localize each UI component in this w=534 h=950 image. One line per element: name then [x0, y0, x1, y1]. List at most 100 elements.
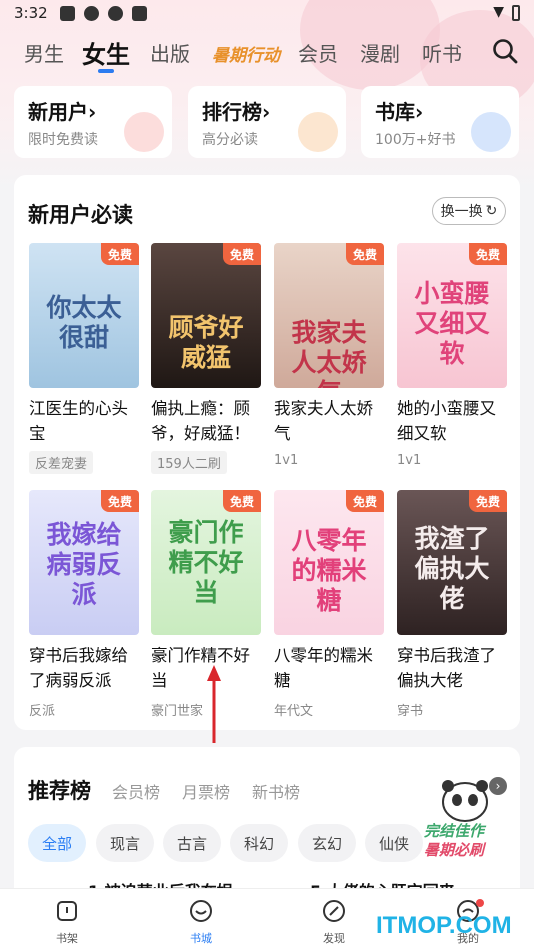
- book-cover: 我嫁给病弱反派 免费: [29, 490, 139, 635]
- free-badge: 免费: [469, 243, 507, 265]
- cover-title: 八零年的糯米糖: [291, 526, 367, 615]
- book-tag: 反差宠妻: [29, 451, 94, 474]
- red-arrow-annotation: [207, 665, 221, 743]
- book-cover: 我渣了偏执大佬 免费: [397, 490, 507, 635]
- tab-vip[interactable]: 会员: [298, 38, 338, 67]
- chip-ancient-romance[interactable]: 古言: [163, 824, 222, 862]
- tab-publish[interactable]: 出版: [150, 38, 190, 67]
- active-tab-indicator: [98, 69, 114, 73]
- chip-all[interactable]: 全部: [28, 824, 87, 862]
- refresh-button[interactable]: 换一换 ↻: [432, 197, 506, 225]
- book-tag: 159人二刷: [151, 451, 227, 474]
- notification-icon: [108, 6, 123, 21]
- chip-scifi[interactable]: 科幻: [230, 824, 289, 862]
- summer-promo-badge[interactable]: › 完结佳作 暑期必刷: [420, 772, 510, 862]
- cover-title: 我嫁给病弱反派: [46, 520, 122, 609]
- recommend-title: 推荐榜: [28, 779, 91, 803]
- cover-title: 豪门作精不好当: [168, 518, 244, 607]
- chip-fantasy[interactable]: 玄幻: [298, 824, 357, 862]
- battery-icon: [512, 5, 520, 21]
- quick-card-library[interactable]: 书库› 100万+好书: [361, 86, 519, 158]
- book-cover: 小蛮腰又细又软 免费: [397, 243, 507, 388]
- cover-title: 小蛮腰又细又软: [414, 279, 490, 368]
- free-badge: 免费: [469, 490, 507, 512]
- nav-bookshelf[interactable]: 书架: [27, 889, 107, 950]
- cover-title: 你太太很甜: [46, 293, 122, 352]
- trophy-icon: [298, 112, 338, 152]
- notification-dot: [476, 899, 484, 907]
- site-watermark: ITMOP.COM: [376, 912, 512, 939]
- new-user-must-read-panel: 新用户必读 换一换 ↻ 你太太很甜 免费 江医生的心头宝 反差宠妻 顾爷好威猛 …: [14, 175, 520, 743]
- book-title: 她的小蛮腰又细又软: [397, 399, 496, 443]
- book-title: 穿书后我渣了偏执大佬: [397, 646, 496, 690]
- top-tabs: 男生 女生 出版 暑期行动 会员 漫剧 听书: [0, 35, 534, 73]
- free-badge: 免费: [346, 243, 384, 265]
- svg-text:›: ›: [496, 779, 501, 793]
- nav-label: 书城: [190, 932, 212, 945]
- notification-icon: [60, 6, 75, 21]
- book-card[interactable]: 我渣了偏执大佬 免费 穿书后我渣了偏执大佬 穿书: [397, 490, 507, 721]
- free-badge: 免费: [223, 490, 261, 512]
- quick-card-new-user[interactable]: 新用户› 限时免费读: [14, 86, 172, 158]
- compass-icon: [323, 900, 345, 922]
- book-cover: 八零年的糯米糖 免费: [274, 490, 384, 635]
- book-card[interactable]: 你太太很甜 免费 江医生的心头宝 反差宠妻: [29, 243, 139, 474]
- cover-title: 我渣了偏执大佬: [414, 524, 490, 613]
- nav-label: 书架: [56, 932, 78, 945]
- chip-xianxia[interactable]: 仙侠: [365, 824, 424, 862]
- rank-tab-new[interactable]: 新书榜: [252, 779, 300, 803]
- wifi-icon: ▼: [493, 4, 504, 20]
- chevron-right-icon: ›: [415, 100, 424, 124]
- book-cover: 豪门作精不好当 免费: [151, 490, 261, 635]
- book-title: 江医生的心头宝: [29, 399, 128, 443]
- promo-line-2: 暑期必刷: [424, 841, 485, 859]
- rank-tab-vip[interactable]: 会员榜: [112, 779, 160, 803]
- tab-summer-event[interactable]: 暑期行动: [212, 41, 280, 66]
- quick-card-title: 排行榜: [202, 100, 262, 124]
- book-cover: 我家夫人太娇气 免费: [274, 243, 384, 388]
- quick-card-title: 新用户: [28, 100, 88, 124]
- bookstore-icon: [190, 900, 212, 922]
- free-badge: 免费: [101, 243, 139, 265]
- tab-male[interactable]: 男生: [24, 38, 64, 67]
- tab-audiobook[interactable]: 听书: [422, 38, 462, 67]
- section-title: 新用户必读: [28, 203, 133, 227]
- alarm-clock-icon: [124, 112, 164, 152]
- chevron-right-icon: ›: [88, 100, 97, 124]
- free-badge: 免费: [223, 243, 261, 265]
- search-icon[interactable]: [492, 38, 518, 64]
- promo-line-1: 完结佳作: [424, 822, 485, 840]
- book-tag: 1v1: [397, 453, 422, 468]
- book-card[interactable]: 我家夫人太娇气 免费 我家夫人太娇气 1v1: [274, 243, 384, 470]
- notification-icon: [84, 6, 99, 21]
- status-time: 3:32: [14, 4, 48, 22]
- tab-short-drama[interactable]: 漫剧: [360, 38, 400, 67]
- book-card[interactable]: 顾爷好威猛 免费 偏执上瘾：顾爷，好威猛！ 159人二刷: [151, 243, 261, 474]
- book-cover: 顾爷好威猛 免费: [151, 243, 261, 388]
- cover-title: 顾爷好威猛: [168, 313, 244, 372]
- chip-modern-romance[interactable]: 现言: [96, 824, 155, 862]
- notification-icon: [132, 6, 147, 21]
- free-badge: 免费: [346, 490, 384, 512]
- nav-label: 发现: [323, 932, 345, 945]
- book-card[interactable]: 八零年的糯米糖 免费 八零年的糯米糖 年代文: [274, 490, 384, 721]
- book-card[interactable]: 小蛮腰又细又软 免费 她的小蛮腰又细又软 1v1: [397, 243, 507, 470]
- nav-discover[interactable]: 发现: [294, 889, 374, 950]
- library-icon: [471, 112, 511, 152]
- nav-bookstore[interactable]: 书城: [161, 889, 241, 950]
- book-title: 穿书后我嫁给了病弱反派: [29, 646, 128, 690]
- book-tag: 豪门世家: [151, 704, 204, 719]
- book-tag: 穿书: [397, 704, 424, 719]
- tab-female[interactable]: 女生: [82, 35, 130, 70]
- status-bar: 3:32 ▼: [0, 0, 534, 28]
- cover-title: 我家夫人太娇气: [291, 318, 367, 388]
- book-card[interactable]: 我嫁给病弱反派 免费 穿书后我嫁给了病弱反派 反派: [29, 490, 139, 721]
- book-title: 我家夫人太娇气: [274, 399, 373, 443]
- quick-card-ranking[interactable]: 排行榜› 高分必读: [188, 86, 346, 158]
- rank-tab-monthly[interactable]: 月票榜: [182, 779, 230, 803]
- panda-icon: ›: [442, 777, 507, 822]
- quick-card-title: 书库: [375, 100, 415, 124]
- refresh-label: 换一换: [440, 204, 483, 220]
- book-tag: 1v1: [274, 453, 299, 468]
- book-tag: 反派: [29, 704, 56, 719]
